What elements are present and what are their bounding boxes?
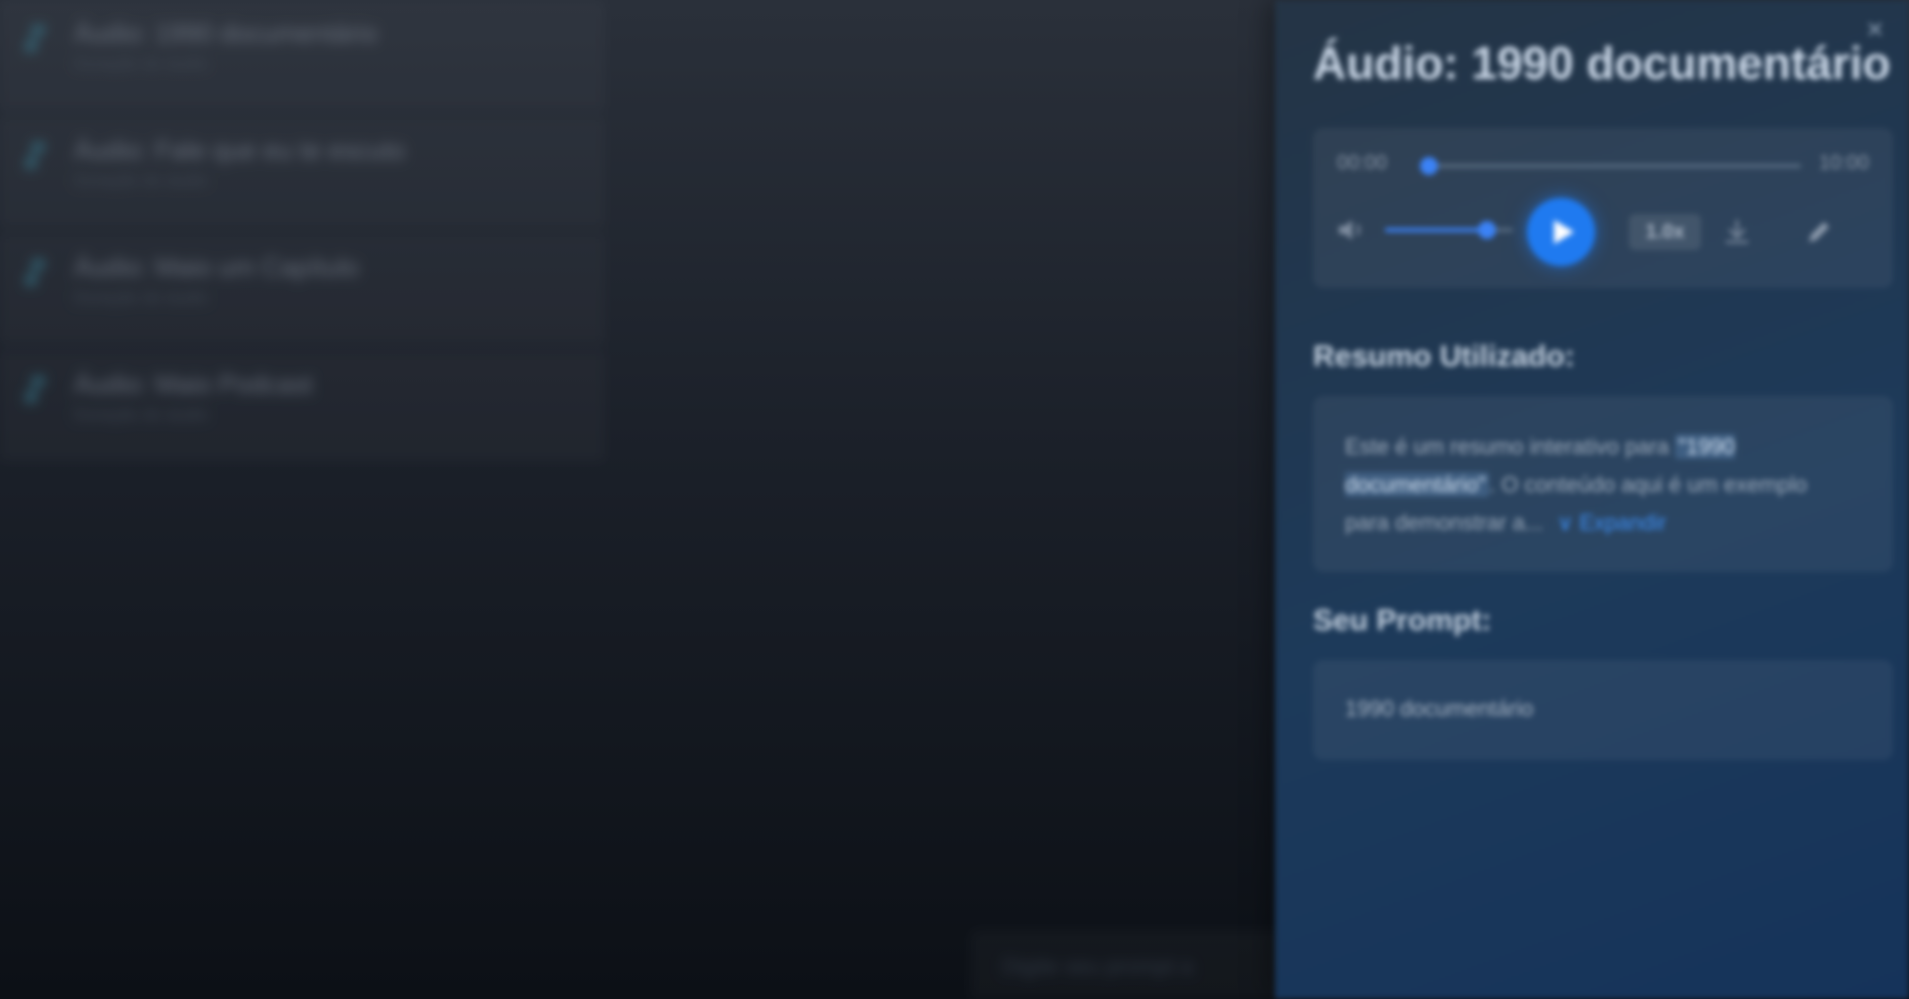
volume-slider[interactable] (1385, 221, 1513, 239)
list-item[interactable]: Áudio: Maio um Capítulo Duração do áudio (0, 234, 605, 343)
prompt-heading: Seu Prompt: (1313, 604, 1492, 637)
list-item-title: Áudio: Fale que eu te escuto (74, 135, 406, 165)
volume-icon[interactable] (1335, 216, 1367, 244)
summary-text-start: Este é um resumo interativo para (1345, 434, 1676, 459)
play-button[interactable] (1527, 198, 1595, 266)
duration-time: 10:00 (1818, 152, 1869, 174)
current-time: 00:00 (1337, 152, 1388, 174)
volume-handle[interactable] (1478, 221, 1497, 239)
volume-fill (1385, 228, 1488, 232)
summary-box: Este é um resumo interativo para "1990 d… (1313, 396, 1893, 572)
list-item-subtitle: Duração do áudio (74, 171, 209, 190)
expand-link[interactable]: ∨ Expandir (1557, 510, 1666, 535)
list-item[interactable]: Áudio: Maio Podcast Duração do áudio (0, 351, 605, 460)
list-item-title: Áudio: Maio um Capítulo (74, 252, 359, 282)
list-item[interactable]: Áudio: 1990 documentário Duração do áudi… (0, 0, 605, 109)
music-note-icon (25, 377, 45, 403)
music-note-icon (25, 26, 45, 52)
list-item-subtitle: Duração do áudio (74, 288, 209, 307)
playback-speed-button[interactable]: 1.0x (1629, 214, 1701, 250)
list-item-title: Áudio: Maio Podcast (74, 369, 313, 399)
summary-heading: Resumo Utilizado: (1313, 340, 1575, 373)
prompt-value: 1990 documentário (1345, 696, 1534, 721)
download-icon[interactable] (1717, 212, 1757, 252)
audio-detail-panel: × Áudio: 1990 documentário 00:00 10:00 1… (1275, 0, 1909, 999)
audio-list-background: Áudio: 1990 documentário Duração do áudi… (0, 0, 1275, 999)
music-note-icon (25, 260, 45, 286)
progress-slider[interactable] (1419, 157, 1801, 175)
list-item-subtitle: Duração do áudio (74, 405, 209, 424)
play-icon (1554, 220, 1574, 244)
pencil-icon[interactable] (1799, 212, 1839, 252)
list-item-title: Áudio: 1990 documentário (74, 18, 378, 48)
prompt-box: 1990 documentário (1313, 660, 1893, 760)
progress-handle[interactable] (1419, 157, 1438, 175)
panel-title: Áudio: 1990 documentário (1313, 37, 1891, 89)
summary-text: Este é um resumo interativo para "1990 d… (1345, 428, 1845, 542)
audio-player: 00:00 10:00 1.0x (1313, 128, 1893, 288)
list-item-subtitle: Duração do áudio (74, 54, 209, 73)
list-item[interactable]: Áudio: Fale que eu te escuto Duração do … (0, 117, 605, 226)
prompt-input[interactable]: Digite seu prompt a (970, 930, 1290, 999)
prompt-input-placeholder: Digite seu prompt a (1002, 954, 1193, 979)
music-note-icon (25, 143, 45, 169)
